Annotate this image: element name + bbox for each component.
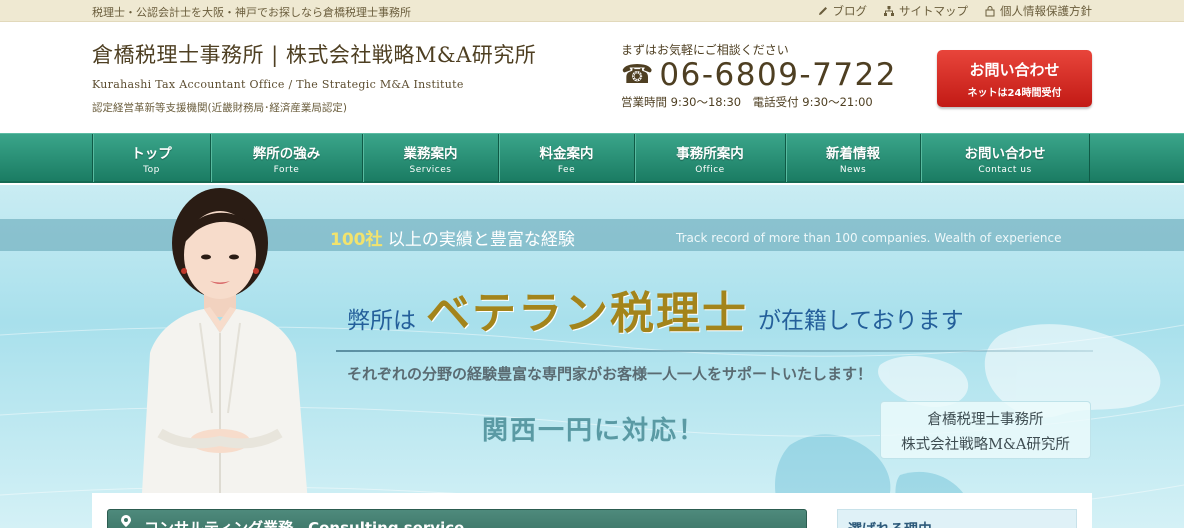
consulting-section-header[interactable]: コンサルティング業務 Consulting service bbox=[107, 509, 807, 528]
nav-item-news[interactable]: 新着情報 News bbox=[786, 134, 921, 182]
nav-item-contact[interactable]: お問い合わせ Contact us bbox=[921, 134, 1090, 182]
headline-suffix: が在籍しております bbox=[758, 308, 964, 334]
privacy-policy-link-label: 個人情報保護方針 bbox=[1000, 4, 1092, 18]
nav-item-label: 新着情報 bbox=[826, 146, 880, 162]
certification-text: 認定経営革新等支援機関(近畿財務局･経済産業局認定) bbox=[92, 102, 347, 114]
nav-item-fee[interactable]: 料金案内 Fee bbox=[499, 134, 635, 182]
phone-number-text: 06-6809-7722 bbox=[659, 57, 897, 93]
nav-item-label: 業務案内 bbox=[403, 146, 458, 162]
nav-item-sublabel: Forte bbox=[273, 165, 300, 175]
service-region-text: 関西一円に対応！ bbox=[482, 416, 707, 446]
nav-item-office[interactable]: 事務所案内 Office bbox=[635, 134, 786, 182]
reasons-sidebar-title: 選ばれる理由 bbox=[848, 519, 932, 528]
top-bar: 税理士・公認会計士を大阪・神戸でお探しなら倉橋税理士事務所 ブログ サイトマップ… bbox=[0, 0, 1184, 22]
nav-item-label: 事務所案内 bbox=[676, 146, 744, 162]
nav-item-sublabel: Office bbox=[695, 165, 725, 175]
headline-prefix: 弊所は bbox=[347, 308, 416, 334]
contact-button-sublabel: ネットは24時間受付 bbox=[967, 88, 1062, 99]
nav-item-sublabel: Top bbox=[143, 165, 160, 175]
main-nav: トップ Top 弊所の強み Forte 業務案内 Services 料金案内 Fee 事… bbox=[0, 133, 1184, 183]
track-record-text: 100社 以上の実績と豊富な経験 bbox=[330, 225, 575, 250]
site-header: 倉橋税理士事務所 | 株式会社戦略M&A研究所 Kurahashi Tax Ac… bbox=[0, 22, 1184, 133]
sitemap-icon bbox=[884, 6, 894, 16]
nav-item-forte[interactable]: 弊所の強み Forte bbox=[211, 134, 363, 182]
consulting-section-title: コンサルティング業務 Consulting service bbox=[144, 519, 465, 528]
track-record-english: Track record of more than 100 companies.… bbox=[676, 231, 1062, 245]
hero-subheadline: それぞれの分野の経験豊富な専門家がお客様一人一人をサポートいたします！ bbox=[347, 365, 873, 383]
nav-item-label: お問い合わせ bbox=[964, 146, 1046, 162]
contact-lead: まずはお気軽にご相談ください bbox=[621, 43, 789, 57]
nav-item-sublabel: News bbox=[839, 165, 867, 175]
phone-number[interactable]: ☎ 06-6809-7722 bbox=[621, 57, 897, 93]
blog-link[interactable]: ブログ bbox=[817, 3, 868, 19]
contact-button-label: お問い合わせ bbox=[969, 61, 1060, 79]
office-name-box: 倉橋税理士事務所 株式会社戦略M&A研究所 bbox=[880, 401, 1091, 459]
top-links: ブログ サイトマップ 個人情報保護方針 bbox=[817, 3, 1092, 19]
site-logo-title[interactable]: 倉橋税理士事務所 | 株式会社戦略M&A研究所 bbox=[92, 39, 536, 69]
nav-item-sublabel: Fee bbox=[557, 165, 576, 175]
blog-link-label: ブログ bbox=[832, 4, 868, 18]
privacy-policy-link[interactable]: 個人情報保護方針 bbox=[984, 3, 1092, 19]
office-name-line2: 株式会社戦略M&A研究所 bbox=[901, 437, 1070, 453]
headline-emphasis: ベテラン税理士 bbox=[426, 288, 748, 339]
nav-item-top[interactable]: トップ Top bbox=[93, 134, 211, 182]
hero-headline: 弊所は ベテラン税理士 が在籍しております bbox=[347, 277, 964, 341]
site-tagline: 税理士・公認会計士を大阪・神戸でお探しなら倉橋税理士事務所 bbox=[92, 6, 411, 19]
staff-photo bbox=[140, 188, 310, 528]
office-name-line1: 倉橋税理士事務所 bbox=[927, 412, 1044, 428]
nav-item-services[interactable]: 業務案内 Services bbox=[363, 134, 499, 182]
location-pin-icon bbox=[121, 515, 131, 527]
site-logo-subtitle: Kurahashi Tax Accountant Office / The St… bbox=[92, 78, 464, 91]
hero-banner: 100社 以上の実績と豊富な経験 Track record of more th… bbox=[0, 185, 1184, 528]
headline-divider bbox=[336, 350, 1093, 352]
telephone-icon: ☎ bbox=[621, 60, 654, 90]
nav-item-label: トップ bbox=[131, 146, 172, 162]
business-hours: 営業時間 9:30〜18:30 電話受付 9:30〜21:00 bbox=[621, 95, 873, 109]
nav-item-sublabel: Contact us bbox=[978, 165, 1032, 175]
lock-icon bbox=[985, 6, 995, 17]
track-record-rest: 以上の実績と豊富な経験 bbox=[382, 230, 575, 250]
nav-item-label: 弊所の強み bbox=[252, 146, 321, 162]
contact-button[interactable]: お問い合わせ ネットは24時間受付 bbox=[937, 50, 1092, 107]
pencil-icon bbox=[818, 7, 827, 15]
sitemap-link[interactable]: サイトマップ bbox=[883, 3, 968, 19]
nav-item-sublabel: Services bbox=[409, 165, 452, 175]
sitemap-link-label: サイトマップ bbox=[899, 4, 968, 18]
reasons-sidebar-banner[interactable]: 選ばれる理由 bbox=[837, 509, 1077, 528]
nav-item-label: 料金案内 bbox=[539, 146, 594, 162]
